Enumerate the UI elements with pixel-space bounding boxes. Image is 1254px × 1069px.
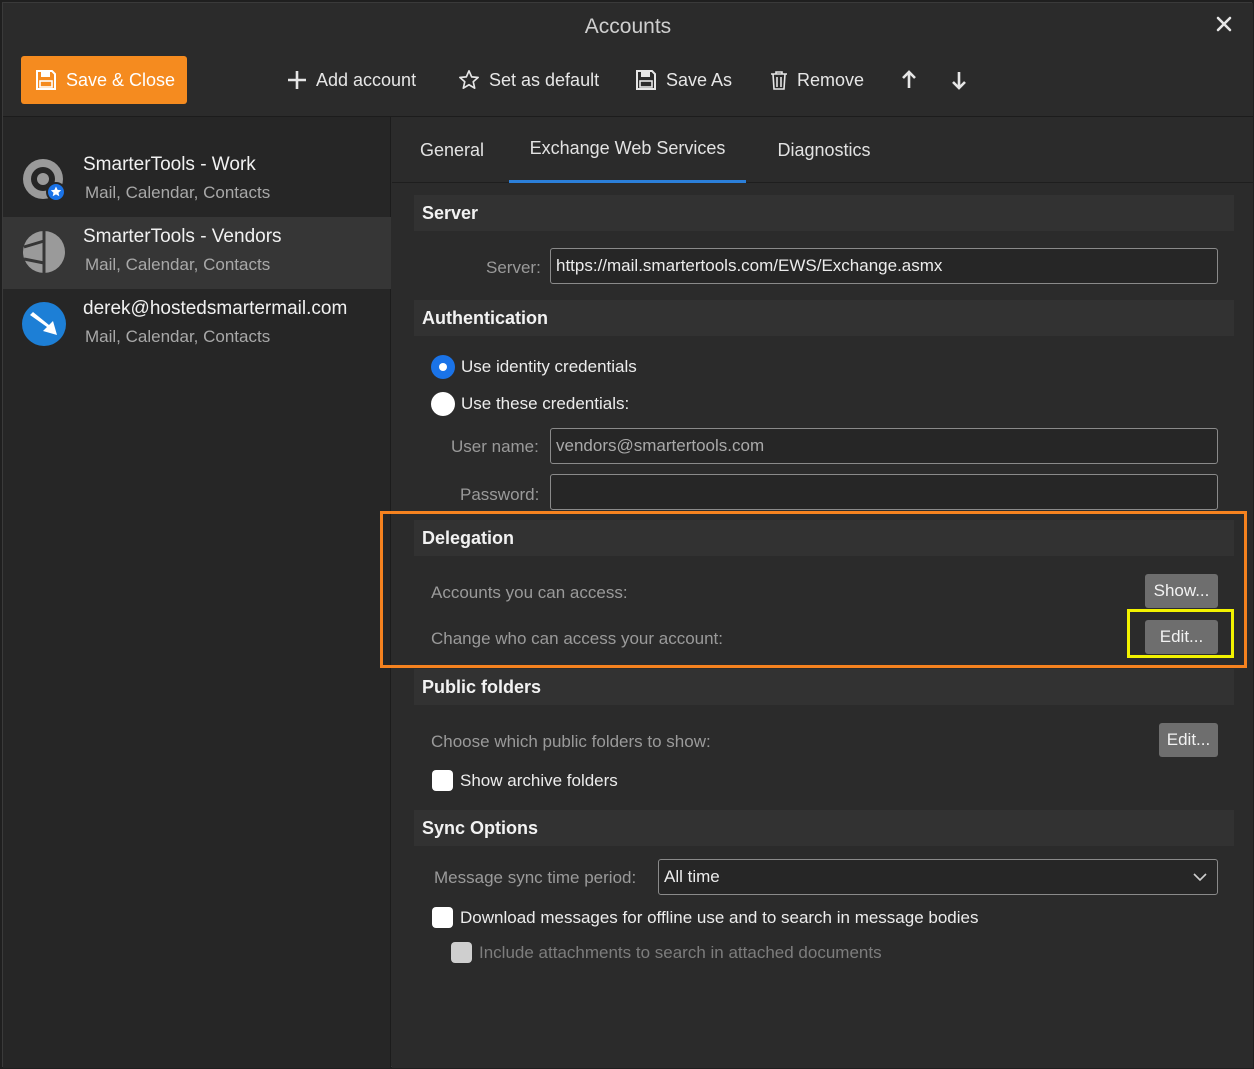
- username-label: User name:: [451, 437, 539, 456]
- tab-exchange-web-services[interactable]: Exchange Web Services: [509, 117, 746, 183]
- sync-period-value: All time: [664, 867, 720, 886]
- title-toolbar: Accounts Save & Close Add account Set as…: [3, 3, 1253, 117]
- save-as-icon: [635, 69, 657, 91]
- server-label: Server:: [486, 258, 541, 277]
- checkbox-box: [451, 942, 472, 963]
- account-logo-icon: [21, 229, 67, 275]
- edit-public-folders-button[interactable]: Edit...: [1159, 723, 1218, 757]
- checkbox-label: Download messages for offline use and to…: [460, 907, 979, 927]
- close-icon: [1216, 16, 1232, 32]
- account-logo-icon: [21, 157, 67, 203]
- password-label: Password:: [460, 485, 540, 504]
- authentication-heading: Authentication: [414, 300, 1234, 336]
- arrow-down-icon: [951, 70, 967, 90]
- set-default-label: Set as default: [489, 69, 600, 90]
- account-services: Mail, Calendar, Contacts: [85, 255, 271, 274]
- delegation-heading: Delegation: [414, 520, 1234, 556]
- remove-button[interactable]: Remove: [770, 65, 864, 95]
- save-icon: [35, 69, 57, 91]
- server-heading: Server: [414, 195, 1234, 231]
- save-close-label: Save & Close: [66, 69, 176, 90]
- account-services: Mail, Calendar, Contacts: [85, 327, 271, 346]
- checkbox-box: [432, 907, 453, 928]
- tab-diagnostics[interactable]: Diagnostics: [769, 117, 879, 183]
- use-identity-credentials-radio[interactable]: Use identity credentials: [431, 355, 637, 379]
- edit-delegates-button[interactable]: Edit...: [1145, 620, 1218, 654]
- save-as-label: Save As: [666, 69, 733, 90]
- radio-unselected: [431, 392, 455, 416]
- download-messages-checkbox[interactable]: Download messages for offline use and to…: [432, 907, 979, 928]
- server-url-field[interactable]: https://mail.smartertools.com/EWS/Exchan…: [550, 248, 1218, 284]
- save-close-button[interactable]: Save & Close: [21, 56, 187, 104]
- add-account-label: Add account: [316, 69, 417, 90]
- close-button[interactable]: [1211, 11, 1237, 37]
- trash-icon: [770, 70, 788, 90]
- account-name: SmarterTools - Vendors: [83, 226, 282, 247]
- change-access-label: Change who can access your account:: [431, 629, 724, 648]
- remove-label: Remove: [797, 69, 865, 90]
- account-item-derek[interactable]: derek@hostedsmartermail.com Mail, Calend…: [3, 289, 391, 361]
- show-archive-folders-checkbox[interactable]: Show archive folders: [432, 770, 618, 791]
- settings-tabs: General Exchange Web Services Diagnostic…: [392, 117, 1253, 183]
- checkbox-label: Show archive folders: [460, 770, 618, 790]
- move-down-button[interactable]: [951, 65, 976, 95]
- chevron-down-icon: [1193, 873, 1207, 882]
- public-folders-heading: Public folders: [414, 669, 1234, 705]
- account-name: SmarterTools - Work: [83, 154, 256, 175]
- radio-label: Use these credentials:: [461, 394, 630, 413]
- window-title: Accounts: [584, 15, 672, 38]
- star-icon: [458, 69, 480, 91]
- accounts-access-label: Accounts you can access:: [431, 583, 628, 602]
- set-default-button[interactable]: Set as default: [458, 65, 599, 95]
- radio-label: Use identity credentials: [461, 357, 637, 376]
- account-list: SmarterTools - Work Mail, Calendar, Cont…: [3, 117, 391, 1068]
- use-these-credentials-radio[interactable]: Use these credentials:: [431, 392, 629, 416]
- sync-period-select[interactable]: All time: [658, 859, 1218, 895]
- tab-general[interactable]: General: [412, 117, 492, 183]
- password-field[interactable]: [550, 474, 1218, 510]
- username-field[interactable]: vendors@smartertools.com: [550, 428, 1218, 464]
- radio-selected: [431, 355, 455, 379]
- account-item-vendors[interactable]: SmarterTools - Vendors Mail, Calendar, C…: [3, 217, 391, 289]
- accounts-window: Accounts Save & Close Add account Set as…: [2, 2, 1253, 1068]
- add-account-button[interactable]: Add account: [287, 65, 416, 95]
- checkbox-label: Include attachments to search in attache…: [479, 942, 882, 962]
- public-folders-label: Choose which public folders to show:: [431, 732, 711, 751]
- arrow-up-icon: [901, 70, 917, 90]
- account-logo-icon: [21, 301, 67, 347]
- account-name: derek@hostedsmartermail.com: [83, 298, 348, 319]
- sync-options-heading: Sync Options: [414, 810, 1234, 846]
- sync-period-label: Message sync time period:: [434, 868, 637, 887]
- save-as-button[interactable]: Save As: [635, 65, 732, 95]
- include-attachments-checkbox[interactable]: Include attachments to search in attache…: [451, 942, 882, 963]
- plus-icon: [287, 70, 307, 90]
- account-services: Mail, Calendar, Contacts: [85, 183, 271, 202]
- account-item-work[interactable]: SmarterTools - Work Mail, Calendar, Cont…: [3, 145, 391, 217]
- account-settings-panel: General Exchange Web Services Diagnostic…: [392, 117, 1253, 1068]
- show-delegates-button[interactable]: Show...: [1145, 574, 1218, 608]
- checkbox-box: [432, 770, 453, 791]
- move-up-button[interactable]: [901, 65, 926, 95]
